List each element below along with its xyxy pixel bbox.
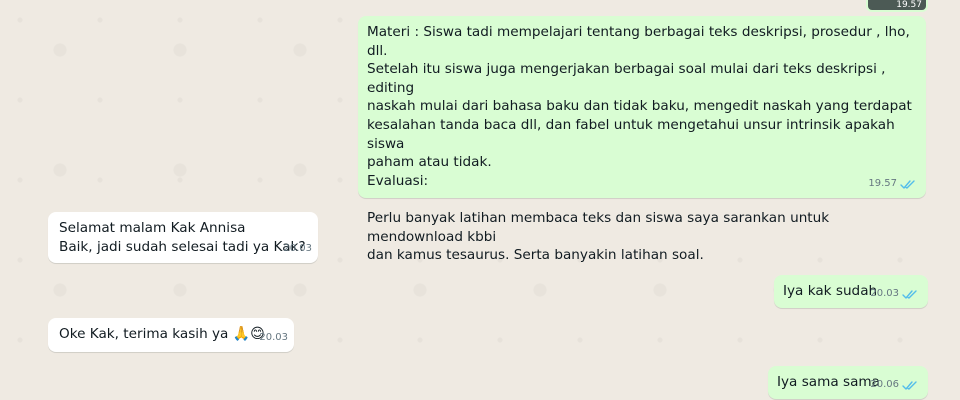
double-check-icon [902,290,917,299]
message-time: 20.03 [870,288,899,300]
message-time: 20.06 [870,379,899,391]
chat-panel[interactable]: 19.57 Materi : Siswa tadi mempelajari te… [0,0,960,400]
message-text: Materi : Siswa tadi mempelajari tentang … [367,24,912,264]
message-meta: 20.03 [259,329,288,348]
message-time: 20.03 [259,332,288,344]
message-text: Iya sama sama [777,374,880,390]
message-text: Oke Kak, terima kasih ya [59,326,233,342]
message-time: 19.57 [868,178,897,190]
media-timestamp: 19.57 [896,0,922,10]
message-meta: 20.03 [870,285,918,304]
incoming-message-bubble[interactable]: Selamat malam Kak Annisa Baik, jadi suda… [48,212,318,263]
double-check-icon [902,381,917,390]
message-meta: 20.06 [870,376,918,395]
outgoing-message-bubble[interactable]: Iya sama sama 20.06 [768,366,928,399]
message-text: Iya kak sudah [783,283,878,299]
message-meta: 19.57 [868,175,916,194]
double-check-icon [900,180,915,189]
outgoing-message-bubble[interactable]: Iya kak sudah 20.03 [774,275,928,308]
media-message-preview[interactable]: 19.57 [866,0,928,12]
message-time: 20.03 [283,243,312,255]
outgoing-message-bubble[interactable]: Materi : Siswa tadi mempelajari tentang … [358,16,926,263]
message-meta: 20.03 [283,240,312,259]
message-text: Selamat malam Kak Annisa Baik, jadi suda… [59,220,306,255]
incoming-message-bubble[interactable]: Oke Kak, terima kasih ya 🙏😊 20.03 [48,318,294,352]
